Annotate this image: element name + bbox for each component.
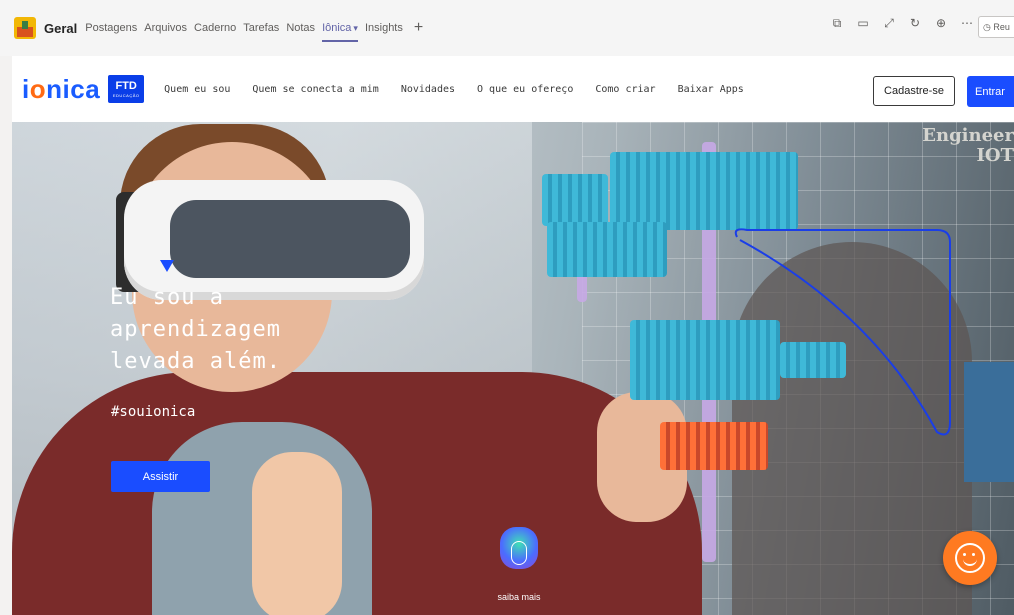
nav-o-que-eu-ofereco[interactable]: O que eu ofereço — [477, 84, 573, 95]
nav-quem-se-conecta[interactable]: Quem se conecta a mim — [252, 84, 378, 95]
logo-i: i — [22, 73, 30, 104]
tab-arquivos[interactable]: Arquivos — [144, 0, 187, 56]
reload-icon[interactable]: ↻ — [908, 16, 922, 30]
open-external-icon[interactable]: ⧉ — [830, 16, 844, 30]
hero-hashtag: #souionica — [111, 404, 196, 420]
hero-banner: Engineer IOT Eu sou a aprendizagem levad… — [12, 122, 1014, 615]
conversation-icon[interactable]: ▭ — [856, 16, 870, 30]
signup-button[interactable]: Cadastre-se — [873, 76, 955, 106]
chat-button[interactable] — [943, 531, 997, 585]
teams-header: Geral Postagens Arquivos Caderno Tarefas… — [0, 0, 1014, 56]
nav-como-criar[interactable]: Como criar — [595, 84, 655, 95]
hud-curve-path — [734, 228, 951, 436]
tab-list: Postagens Arquivos Caderno Tarefas Notas… — [85, 0, 423, 56]
chevron-down-icon: ▾ — [353, 22, 358, 33]
tab-insights[interactable]: Insights — [365, 0, 403, 56]
nav-novidades[interactable]: Novidades — [401, 84, 455, 95]
site-navbar: ionica FTD EDUCAÇÃO Quem eu sou Quem se … — [12, 56, 1014, 122]
logo-rest: nica — [46, 73, 101, 104]
watch-button[interactable]: Assistir — [111, 461, 210, 492]
mouse-icon — [511, 541, 527, 565]
logo-o: o — [29, 73, 47, 104]
add-tab-button[interactable]: + — [414, 19, 423, 37]
video-icon: ◷ — [983, 21, 994, 32]
site-nav-links: Quem eu sou Quem se conecta a mim Novida… — [164, 84, 744, 95]
ftd-sublabel: EDUCAÇÃO — [112, 92, 140, 98]
tab-postagens[interactable]: Postagens — [85, 0, 137, 56]
learn-more-link[interactable]: saiba mais — [482, 592, 556, 602]
smiley-icon — [955, 543, 985, 573]
ftd-logo[interactable]: FTD EDUCAÇÃO — [108, 75, 145, 103]
expand-icon[interactable]: ⤢ — [882, 16, 896, 30]
tab-notas[interactable]: Notas — [286, 0, 315, 56]
login-button[interactable]: Entrar — [967, 76, 1014, 107]
ionica-logo[interactable]: ionica — [22, 74, 100, 105]
ftd-label: FTD — [115, 79, 137, 92]
globe-icon[interactable]: ⊕ — [934, 16, 948, 30]
nav-baixar-apps[interactable]: Baixar Apps — [678, 84, 744, 95]
ionica-site: ionica FTD EDUCAÇÃO Quem eu sou Quem se … — [12, 56, 1014, 615]
nav-quem-eu-sou[interactable]: Quem eu sou — [164, 84, 230, 95]
tab-ionica[interactable]: Iônica ▾ — [322, 0, 358, 56]
triangle-marker-icon — [160, 260, 174, 272]
header-actions: ⧉ ▭ ⤢ ↻ ⊕ ⋯ — [830, 16, 974, 31]
tab-caderno[interactable]: Caderno — [194, 0, 236, 56]
scroll-indicator[interactable] — [500, 527, 538, 569]
channel-name: Geral — [44, 20, 78, 36]
more-options-icon[interactable]: ⋯ — [960, 16, 974, 30]
meet-button[interactable]: ◷ Reu — [978, 16, 1014, 38]
team-avatar-icon[interactable] — [14, 17, 36, 39]
meet-button-label: Reu — [993, 22, 1010, 32]
tab-tarefas[interactable]: Tarefas — [243, 0, 279, 56]
hero-title: Eu sou a aprendizagem levada além. — [110, 285, 281, 374]
tab-ionica-label: Iônica — [322, 22, 352, 34]
